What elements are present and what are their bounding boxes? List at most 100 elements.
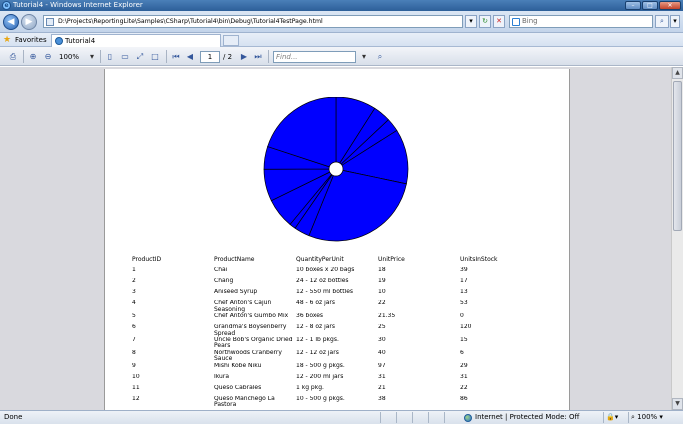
table-cell: Uncle Bob's Organic Dried Pears xyxy=(214,337,293,350)
status-segment xyxy=(412,412,426,423)
new-tab-button[interactable] xyxy=(223,35,239,46)
next-page-icon[interactable]: ▶ xyxy=(239,50,249,63)
forward-arrow-icon[interactable]: ▶ xyxy=(21,14,37,30)
table-cell: 21 xyxy=(378,384,386,391)
table-cell: 53 xyxy=(460,300,468,307)
table-cell: 36 boxes xyxy=(296,313,324,320)
fit-page-icon[interactable]: ⤢ xyxy=(134,50,146,63)
zoom-in-icon[interactable]: ⊕ xyxy=(27,50,39,63)
table-cell: 9 xyxy=(132,362,136,369)
print-icon[interactable]: ⎙ xyxy=(6,50,20,63)
table-cell: 6 xyxy=(460,349,464,356)
table-cell: Chef Anton's Cajun Seasoning xyxy=(214,300,272,313)
minimize-button[interactable]: – xyxy=(625,1,641,10)
address-bar[interactable]: D:\Projects\ReportingLite\Samples\CSharp… xyxy=(43,15,463,28)
table-row: 7 Uncle Bob's Organic Dried Pears 12 - 1 l… xyxy=(132,337,512,350)
zoom-out-icon[interactable]: ⊖ xyxy=(42,50,54,63)
table-cell: Queso Manchego La Pastora xyxy=(214,395,275,409)
search-placeholder: Bing xyxy=(522,17,538,25)
table-cell: 86 xyxy=(460,395,468,402)
zone-text: Internet | Protected Mode: Off xyxy=(475,413,580,421)
search-go-icon[interactable]: ⌕ xyxy=(655,15,669,28)
page-width-icon[interactable]: ▭ xyxy=(119,50,131,63)
table-cell: Queso Cabrales xyxy=(214,384,262,391)
table-cell: 40 xyxy=(378,349,386,356)
search-options-icon[interactable]: ▾ xyxy=(670,15,680,28)
tab-tutorial4[interactable]: Tutorial4 xyxy=(51,34,221,47)
favorites-star-icon: ★ xyxy=(3,35,12,45)
address-url: D:\Projects\ReportingLite\Samples\CSharp… xyxy=(58,18,323,25)
find-next-icon[interactable]: ⌕ xyxy=(374,50,386,63)
previous-page-icon[interactable]: ◀ xyxy=(185,50,195,63)
window-title: Tutorial4 - Windows Internet Explorer xyxy=(13,1,143,9)
status-segment xyxy=(380,412,394,423)
table-header-row: ProductID ProductName QuantityPerUnit UnitP… xyxy=(132,256,512,267)
full-screen-icon[interactable]: □ xyxy=(149,50,161,63)
address-dropdown-icon[interactable]: ▾ xyxy=(465,15,477,28)
table-cell: 5 xyxy=(132,313,136,320)
status-zoom-value: 100% xyxy=(637,413,658,421)
page-number-input[interactable]: 1 xyxy=(200,51,220,63)
status-segment xyxy=(428,412,442,423)
refresh-icon[interactable]: ↻ xyxy=(479,15,491,28)
find-input[interactable]: Find... xyxy=(273,51,356,63)
column-header: QuantityPerUnit xyxy=(296,256,344,263)
table-cell: 19 xyxy=(378,278,386,285)
table-cell: 10 xyxy=(132,373,140,380)
report-page: ProductID ProductName QuantityPerUnit UnitP… xyxy=(104,69,570,410)
scroll-up-icon[interactable]: ▲ xyxy=(672,67,683,79)
table-row: 9 Mishi Kobe Niku 18 - 500 g pkgs. 97 29 xyxy=(132,363,512,374)
favorites-label: Favorites xyxy=(15,36,47,44)
table-cell: 18 - 500 g pkgs. xyxy=(296,362,345,369)
table-cell: 15 xyxy=(460,337,468,343)
security-zone[interactable]: Internet | Protected Mode: Off xyxy=(464,411,579,424)
table-row: 1 Chai 10 boxes x 20 bags 18 39 xyxy=(132,267,512,278)
toolbar-separator xyxy=(23,50,24,63)
favorites-button[interactable]: ★ Favorites xyxy=(3,35,47,45)
table-cell: 1 xyxy=(132,267,136,273)
table-cell: 38 xyxy=(378,395,386,402)
close-window-button[interactable]: ✕ xyxy=(659,1,681,10)
table-cell: 0 xyxy=(460,313,464,320)
table-cell: 21.35 xyxy=(378,313,396,320)
scroll-down-icon[interactable]: ▼ xyxy=(672,398,683,410)
toolbar-separator xyxy=(268,50,269,63)
table-cell: 10 xyxy=(378,289,386,296)
protected-mode-icon[interactable]: 🔒▾ xyxy=(603,412,625,423)
table-cell: 2 xyxy=(132,278,136,285)
pie-chart xyxy=(263,97,409,242)
table-cell: Chang xyxy=(214,278,234,285)
table-cell: 13 xyxy=(460,289,468,296)
table-cell: 12 - 200 ml jars xyxy=(296,373,344,380)
table-row: 8 Northwoods Cranberry Sauce 12 - 12 oz ja… xyxy=(132,350,512,363)
table-cell: 12 - 1 lb pkgs. xyxy=(296,337,339,343)
find-dropdown-icon[interactable]: ▾ xyxy=(359,50,369,63)
table-cell: 10 boxes x 20 bags xyxy=(296,267,355,273)
zoom-dropdown-icon[interactable]: ▾ xyxy=(87,50,97,63)
table-cell: 25 xyxy=(378,324,386,331)
maximize-button[interactable]: □ xyxy=(642,1,658,10)
single-page-icon[interactable]: ▯ xyxy=(104,50,116,63)
table-row: 5 Chef Anton's Gumbo Mix 36 boxes 21.35 0 xyxy=(132,313,512,324)
table-cell: 39 xyxy=(460,267,468,273)
table-cell: 12 - 550 ml bottles xyxy=(296,289,354,296)
table-cell: 48 - 6 oz jars xyxy=(296,300,336,307)
table-cell: 4 xyxy=(132,300,136,307)
window-titlebar: e Tutorial4 - Windows Internet Explorer … xyxy=(0,0,683,11)
back-arrow-icon[interactable]: ◀ xyxy=(3,14,19,30)
search-input[interactable]: Bing xyxy=(509,15,653,28)
last-page-icon[interactable]: ⏭ xyxy=(253,50,263,63)
table-cell: Northwoods Cranberry Sauce xyxy=(214,349,282,363)
table-cell: Grandma's Boysenberry Spread xyxy=(214,324,287,337)
status-zoom[interactable]: ⌕ 100% ▾ xyxy=(628,412,682,423)
pie-center-hole xyxy=(328,161,344,177)
column-header: ProductName xyxy=(214,256,255,263)
first-page-icon[interactable]: ⏮ xyxy=(171,50,181,63)
table-cell: 6 xyxy=(132,324,136,331)
stop-icon[interactable]: ✕ xyxy=(493,15,505,28)
vertical-scrollbar[interactable]: ▲ ▼ xyxy=(671,67,683,410)
ie-app-icon: e xyxy=(2,1,11,10)
column-header: UnitsInStock xyxy=(460,256,498,263)
scrollbar-thumb[interactable] xyxy=(673,81,682,231)
table-cell: 97 xyxy=(378,362,386,369)
